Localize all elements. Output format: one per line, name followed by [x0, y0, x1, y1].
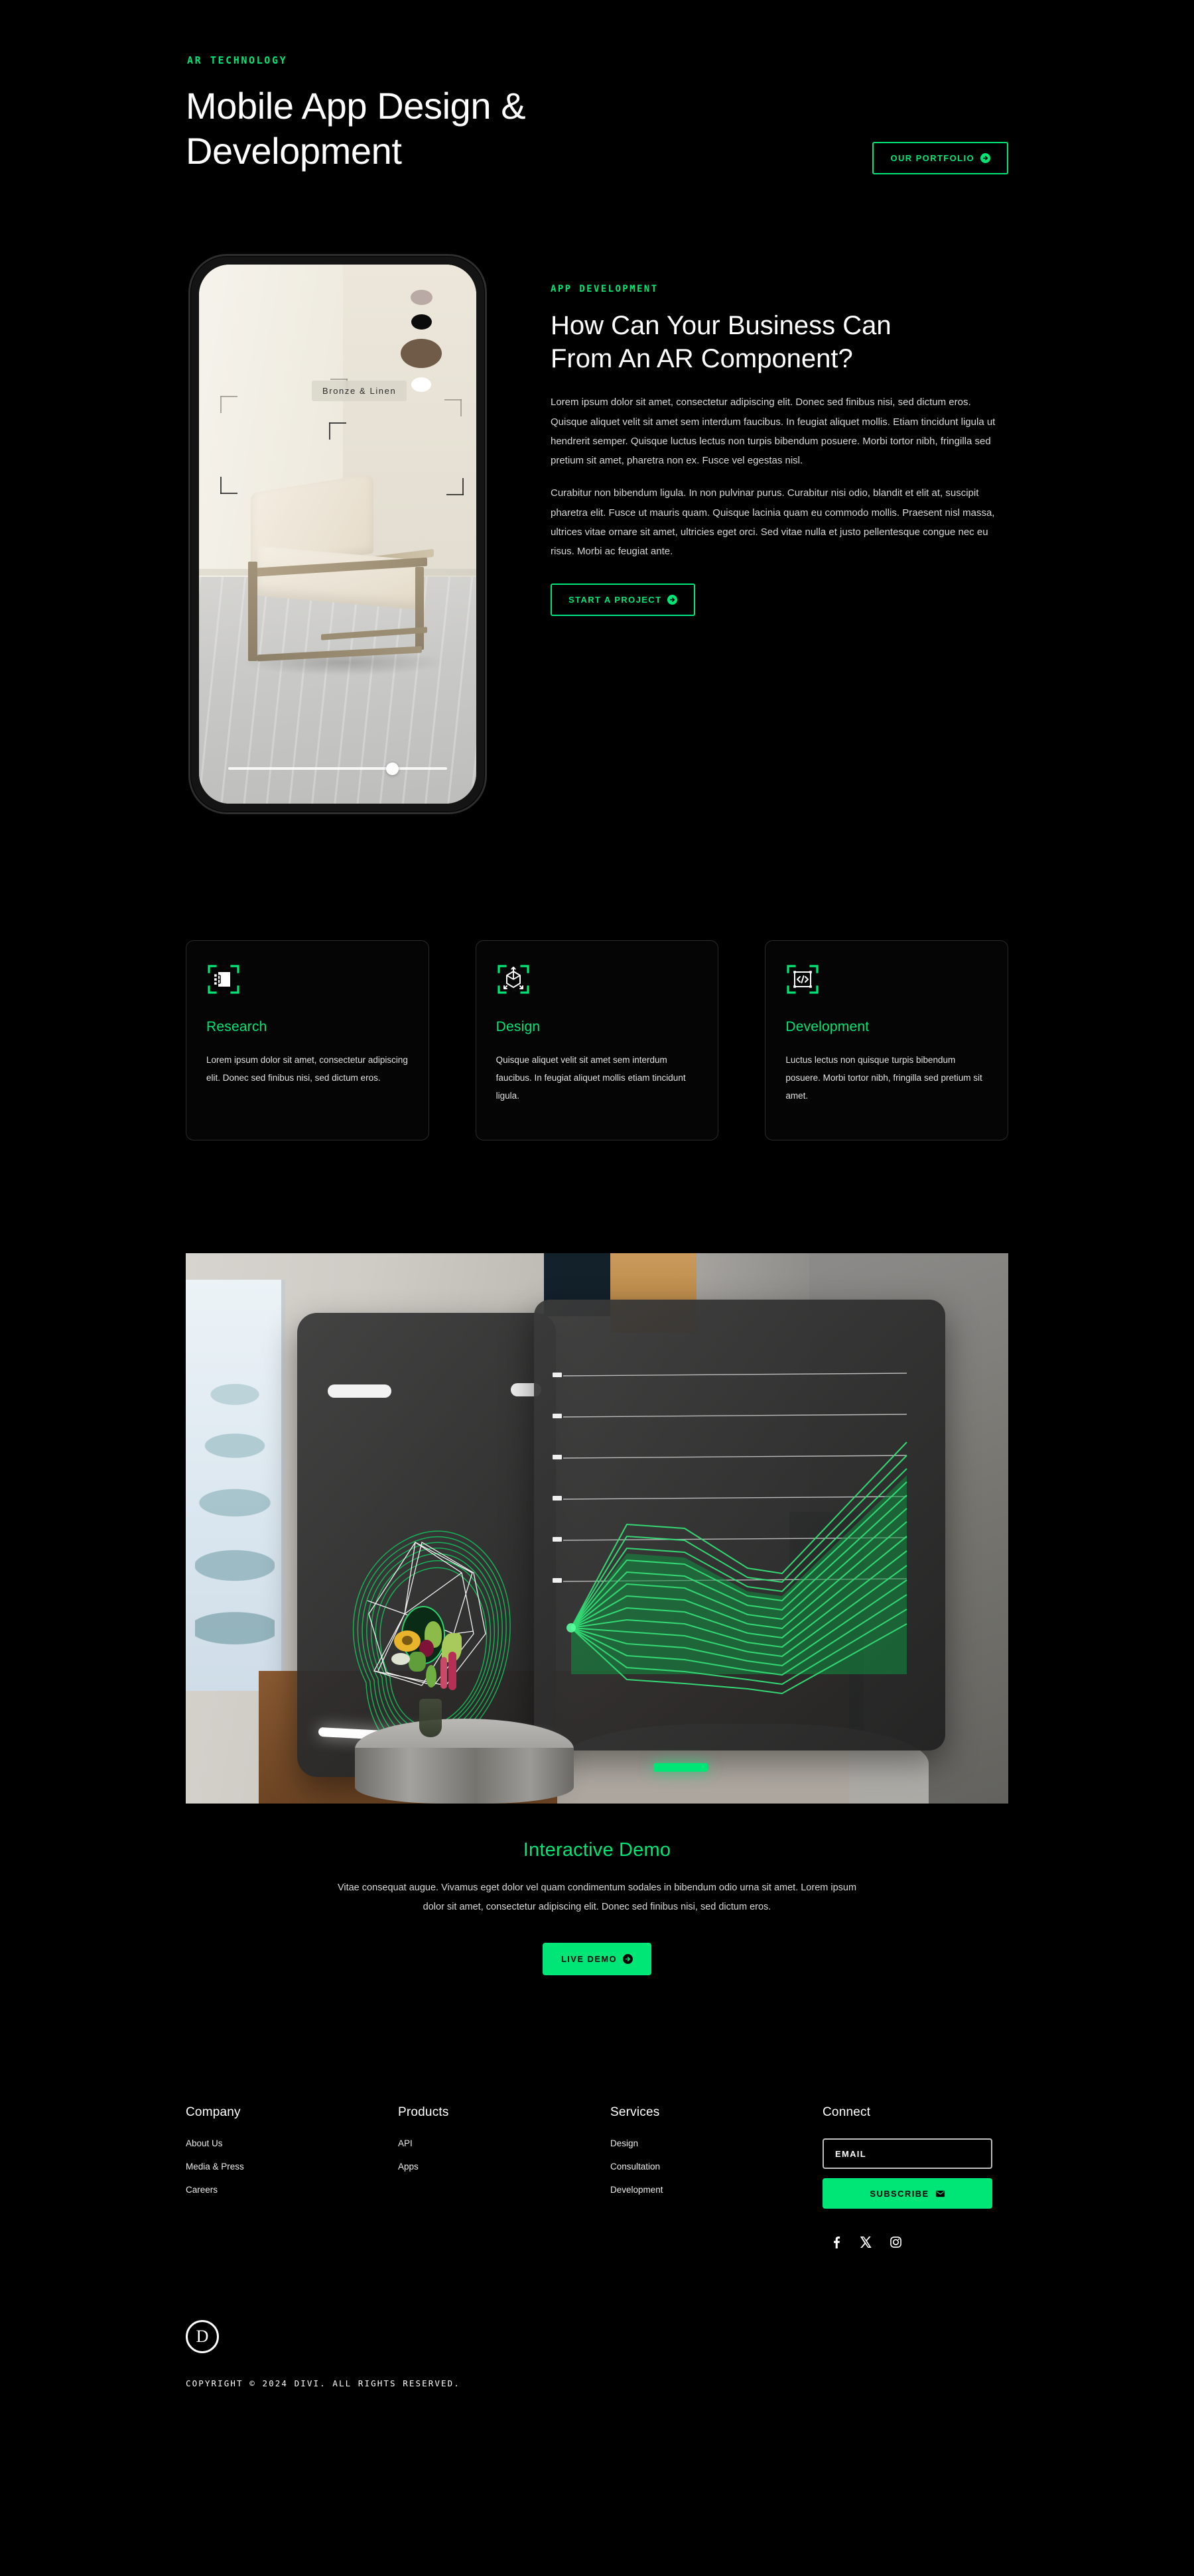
feature-card-text: Luctus lectus non quisque turpis bibendu…	[785, 1054, 982, 1101]
footer-column-products: Products API Apps	[398, 2105, 610, 2248]
demo-pine-tree	[195, 1365, 275, 1651]
section-heading-line-2: From An AR Component?	[551, 344, 853, 374]
ar-bracket-icon	[220, 395, 237, 413]
footer-section: Company About Us Media & Press Careers P…	[186, 2105, 1008, 2249]
interactive-demo-text: Vitae consequat augue. Vivamus eget dolo…	[337, 1882, 857, 1913]
footer-heading: Connect	[823, 2105, 871, 2120]
arrow-right-circle-icon	[980, 153, 990, 163]
feature-card-title: Research	[206, 1018, 267, 1034]
ar-product-label: Bronze & Linen	[312, 380, 407, 401]
x-twitter-icon[interactable]	[860, 2237, 872, 2248]
ar-scale-slider[interactable]	[228, 762, 447, 775]
interactive-demo-title: Interactive Demo	[523, 1839, 671, 1861]
section-paragraph-1: Lorem ipsum dolor sit amet, consectetur …	[551, 397, 996, 467]
demo-flowers	[385, 1616, 484, 1705]
feature-card-development[interactable]: Development Luctus lectus non quisque tu…	[765, 940, 1009, 1140]
live-demo-label: LIVE DEMO	[561, 1954, 618, 1965]
start-a-project-label: START A PROJECT	[568, 595, 662, 605]
footer-link-about-us[interactable]: About Us	[186, 2138, 398, 2148]
divi-logo[interactable]: D	[186, 2320, 219, 2354]
demo-coffee-table-body	[355, 1747, 574, 1804]
footer-link-design[interactable]: Design	[610, 2138, 823, 2148]
facebook-icon[interactable]	[830, 2237, 842, 2249]
footer-link-consultation[interactable]: Consultation	[610, 2162, 823, 2172]
feature-cards-section: Research Lorem ipsum dolor sit amet, con…	[186, 940, 1009, 1140]
app-development-copy: APP DEVELOPMENT How Can Your Business Ca…	[498, 254, 1008, 617]
subscribe-label: SUBSCRIBE	[870, 2188, 929, 2199]
footer-link-apps[interactable]: Apps	[398, 2162, 610, 2172]
ar-bracket-icon	[329, 422, 346, 440]
feature-card-title: Design	[496, 1018, 541, 1034]
demo-screenshot-image	[186, 1253, 1008, 1804]
swatch-white[interactable]	[411, 377, 431, 392]
swatch-taupe[interactable]	[411, 289, 432, 305]
section-heading-line-1: How Can Your Business Can	[551, 310, 892, 340]
footer-heading: Services	[610, 2105, 660, 2120]
swatch-bronze[interactable]	[401, 338, 442, 368]
footer-heading: Products	[398, 2105, 449, 2120]
envelope-icon	[935, 2189, 945, 2199]
bottom-bar: D COPYRIGHT © 2024 DIVI. ALL RIGHTS RESE…	[186, 2320, 1008, 2447]
footer-link-api[interactable]: API	[398, 2138, 610, 2148]
hero-title-line-2: Development	[186, 130, 402, 172]
app-development-section: Bronze & Linen APP DEVELOPMENT How Can Y…	[186, 253, 1008, 814]
interactive-demo-section: Interactive Demo Vitae consequat augue. …	[186, 1253, 1008, 1976]
ar-chair-model	[235, 473, 454, 682]
instagram-icon[interactable]	[890, 2237, 901, 2248]
hero-eyebrow: AR TECHNOLOGY	[187, 54, 288, 66]
start-a-project-button[interactable]: START A PROJECT	[551, 583, 696, 617]
section-paragraph-2: Curabitur non bibendum ligula. In non pu…	[551, 487, 995, 558]
footer-column-connect: Connect SUBSCRIBE	[823, 2105, 1008, 2249]
slider-thumb[interactable]	[385, 762, 399, 775]
social-links	[823, 2237, 1008, 2249]
hero-section: AR TECHNOLOGY Mobile App Design & Develo…	[186, 0, 1008, 174]
phone-screen: Bronze & Linen	[199, 264, 476, 804]
ar-pill-indicator	[328, 1384, 391, 1398]
footer-link-development[interactable]: Development	[610, 2185, 823, 2195]
divi-logo-letter: D	[196, 2327, 209, 2347]
phone-mockup-wrapper: Bronze & Linen	[186, 253, 498, 814]
ar-color-swatches[interactable]	[401, 289, 442, 401]
scan-code-icon	[785, 962, 820, 997]
page-title: Mobile App Design & Development	[186, 84, 526, 174]
phone-mockup: Bronze & Linen	[188, 253, 487, 814]
copyright-text: COPYRIGHT © 2024 DIVI. ALL RIGHTS RESERV…	[186, 2378, 460, 2389]
arrow-right-circle-icon	[623, 1954, 633, 1965]
footer-column-services: Services Design Consultation Development	[610, 2105, 823, 2248]
page-root: AR TECHNOLOGY Mobile App Design & Develo…	[0, 0, 1194, 2576]
ar-line-chart	[553, 1372, 907, 1694]
feature-card-title: Development	[785, 1018, 870, 1034]
scan-3d-cube-icon	[496, 962, 531, 997]
ar-bracket-icon	[444, 399, 462, 416]
swatch-black[interactable]	[411, 314, 432, 330]
email-input[interactable]	[823, 2138, 992, 2170]
footer-link-media-press[interactable]: Media & Press	[186, 2162, 398, 2172]
section-kicker: APP DEVELOPMENT	[551, 283, 659, 294]
ar-green-indicator	[653, 1762, 708, 1772]
ar-panel-right	[534, 1299, 945, 1750]
live-demo-button[interactable]: LIVE DEMO	[542, 1943, 652, 1976]
scan-flowchart-icon	[206, 962, 241, 997]
our-portfolio-button[interactable]: OUR PORTFOLIO	[872, 141, 1008, 174]
footer-link-careers[interactable]: Careers	[186, 2185, 398, 2195]
feature-card-research[interactable]: Research Lorem ipsum dolor sit amet, con…	[186, 940, 429, 1140]
subscribe-button[interactable]: SUBSCRIBE	[823, 2178, 992, 2209]
feature-card-design[interactable]: Design Quisque aliquet velit sit amet se…	[475, 940, 719, 1140]
interactive-demo-copy: Interactive Demo Vitae consequat augue. …	[186, 1839, 1008, 1976]
section-heading: How Can Your Business Can From An AR Com…	[551, 309, 1008, 376]
demo-window	[186, 1279, 285, 1691]
slider-track[interactable]	[228, 767, 447, 770]
footer-column-company: Company About Us Media & Press Careers	[186, 2105, 398, 2248]
arrow-right-circle-icon	[667, 595, 678, 605]
hero-title-line-1: Mobile App Design &	[186, 85, 526, 127]
our-portfolio-label: OUR PORTFOLIO	[890, 153, 974, 163]
feature-card-text: Lorem ipsum dolor sit amet, consectetur …	[206, 1054, 408, 1083]
feature-card-text: Quisque aliquet velit sit amet sem inter…	[496, 1054, 686, 1101]
footer-heading: Company	[186, 2105, 241, 2120]
